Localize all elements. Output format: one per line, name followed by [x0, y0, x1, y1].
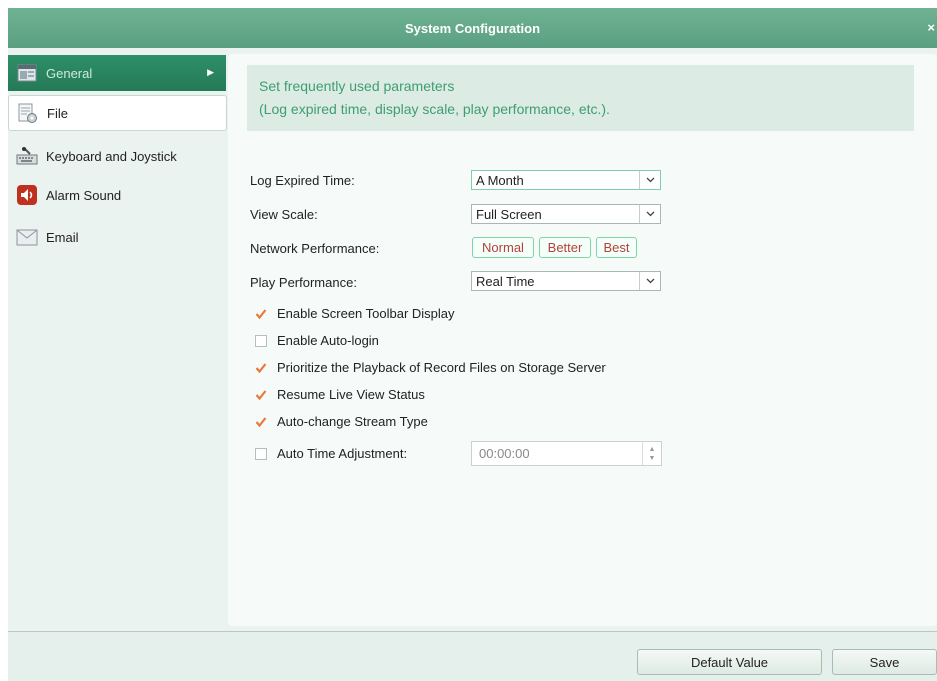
- sidebar-item-keyboard-joystick[interactable]: Keyboard and Joystick: [8, 138, 226, 174]
- prioritize-playback-checkbox[interactable]: [255, 362, 267, 374]
- checkbox-label: Enable Screen Toolbar Display: [277, 306, 455, 321]
- keyboard-icon: [16, 145, 38, 167]
- sidebar-item-file[interactable]: File: [8, 95, 227, 131]
- save-button[interactable]: Save: [832, 649, 937, 675]
- auto-time-value: 00:00:00: [479, 446, 530, 461]
- sidebar: General ▶ File Keyboard and Joystick Ala…: [8, 48, 230, 631]
- chevron-right-icon: ▶: [207, 67, 214, 77]
- prioritize-playback-row[interactable]: Prioritize the Playback of Record Files …: [255, 360, 606, 375]
- chevron-down-icon[interactable]: [639, 171, 660, 189]
- info-line-2: (Log expired time, display scale, play p…: [259, 101, 610, 117]
- sidebar-item-alarm-sound[interactable]: Alarm Sound: [8, 177, 226, 213]
- info-banner: Set frequently used parameters (Log expi…: [247, 65, 914, 131]
- log-expired-select[interactable]: A Month: [471, 170, 661, 190]
- info-line-1: Set frequently used parameters: [259, 78, 455, 94]
- title-bar: System Configuration ×: [8, 8, 937, 48]
- view-scale-value: Full Screen: [476, 206, 542, 222]
- checkbox-label: Auto Time Adjustment:: [277, 446, 408, 461]
- network-better-button[interactable]: Better: [539, 237, 591, 258]
- general-window-icon: [16, 62, 38, 84]
- sidebar-item-email[interactable]: Email: [8, 219, 226, 255]
- dialog-body: General ▶ File Keyboard and Joystick Ala…: [8, 48, 937, 631]
- auto-time-spinbox[interactable]: 00:00:00 ▲ ▼: [471, 441, 662, 466]
- auto-change-stream-row[interactable]: Auto-change Stream Type: [255, 414, 428, 429]
- enable-toolbar-checkbox[interactable]: [255, 308, 267, 320]
- network-performance-label: Network Performance:: [250, 241, 380, 256]
- sidebar-item-label: Keyboard and Joystick: [46, 148, 177, 164]
- sidebar-item-label: Email: [46, 229, 79, 245]
- resume-live-view-checkbox[interactable]: [255, 389, 267, 401]
- footer-bar: Default Value Save: [8, 631, 937, 681]
- log-expired-value: A Month: [476, 172, 524, 188]
- auto-time-adjustment-row[interactable]: Auto Time Adjustment:: [255, 446, 407, 461]
- auto-change-stream-checkbox[interactable]: [255, 416, 267, 428]
- checkbox-label: Enable Auto-login: [277, 333, 379, 348]
- network-normal-button[interactable]: Normal: [472, 237, 534, 258]
- auto-time-adjustment-checkbox[interactable]: [255, 447, 267, 460]
- enable-auto-login-row[interactable]: Enable Auto-login: [255, 333, 379, 348]
- close-icon[interactable]: ×: [927, 20, 935, 35]
- window-title: System Configuration: [404, 20, 541, 36]
- file-gear-icon: [17, 102, 39, 124]
- log-expired-label: Log Expired Time:: [250, 173, 355, 188]
- enable-toolbar-row[interactable]: Enable Screen Toolbar Display: [255, 306, 455, 321]
- checkbox-label: Resume Live View Status: [277, 387, 425, 402]
- checkbox-label: Auto-change Stream Type: [277, 414, 428, 429]
- network-best-button[interactable]: Best: [596, 237, 637, 258]
- play-performance-value: Real Time: [476, 273, 535, 289]
- sidebar-item-general[interactable]: General ▶: [8, 55, 226, 91]
- view-scale-label: View Scale:: [250, 207, 318, 222]
- checkbox-label: Prioritize the Playback of Record Files …: [277, 360, 606, 375]
- play-performance-select[interactable]: Real Time: [471, 271, 661, 291]
- resume-live-view-row[interactable]: Resume Live View Status: [255, 387, 425, 402]
- enable-auto-login-checkbox[interactable]: [255, 334, 267, 347]
- sidebar-item-label: Alarm Sound: [46, 187, 122, 203]
- sidebar-item-label: File: [47, 105, 68, 121]
- sidebar-item-label: General: [46, 65, 93, 81]
- view-scale-select[interactable]: Full Screen: [471, 204, 661, 224]
- envelope-icon: [16, 226, 38, 248]
- default-value-button[interactable]: Default Value: [637, 649, 822, 675]
- chevron-down-icon[interactable]: [639, 272, 660, 290]
- alarm-speaker-icon: [16, 184, 38, 206]
- content-panel: Set frequently used parameters (Log expi…: [228, 54, 937, 626]
- chevron-down-icon[interactable]: [639, 205, 660, 223]
- spin-arrows-icon[interactable]: ▲ ▼: [642, 442, 661, 465]
- play-performance-label: Play Performance:: [250, 275, 357, 290]
